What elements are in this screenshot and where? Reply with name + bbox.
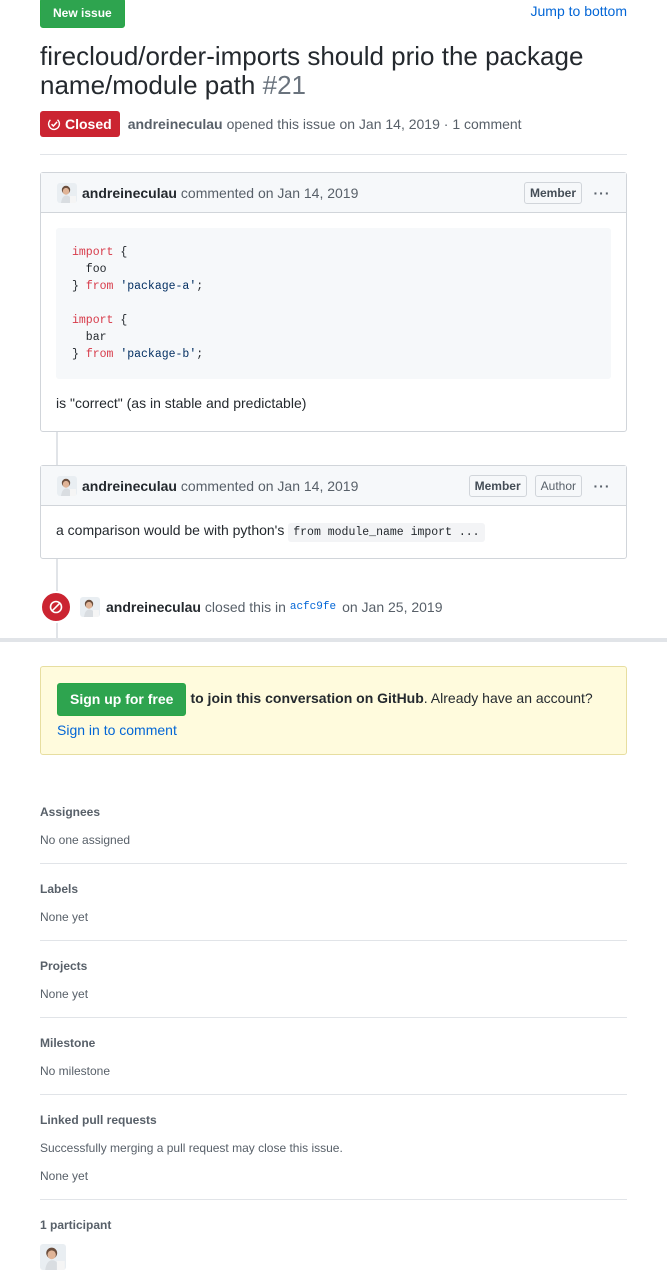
signup-text: . Already have an account? [423, 690, 593, 707]
sidebar-labels: Labels None yet [40, 882, 627, 924]
issue-number: #21 [262, 70, 306, 100]
closed-event-icon [40, 591, 72, 623]
comment-text: a comparison would be with python's [56, 522, 285, 538]
code-token: { [113, 314, 128, 327]
milestone-value: No milestone [40, 1064, 111, 1078]
code-token: 'package-a' [113, 280, 197, 293]
issue-title: firecloud/order-imports should prio the … [40, 42, 627, 100]
issue-author-link[interactable]: andreineculau [128, 116, 223, 132]
comment-timestamp[interactable]: commented on Jan 14, 2019 [181, 478, 358, 494]
timeline-line [56, 432, 58, 466]
linked-prs-value: None yet [40, 1169, 89, 1183]
divider [40, 940, 627, 941]
signup-prompt: Sign up for free to join this conversatio… [40, 666, 627, 755]
comment-1: andreineculau commented on Jan 14, 2019 … [40, 172, 627, 432]
member-label: Member [523, 181, 582, 204]
comment-author-link[interactable]: andreineculau [82, 478, 177, 494]
state-label: Closed [65, 116, 112, 132]
issue-header-actions: New issue Jump to bottom [40, 0, 627, 28]
new-issue-button[interactable]: New issue [40, 0, 125, 28]
more-options-icon[interactable]: ··· [590, 185, 614, 201]
code-token: bar [72, 331, 107, 344]
timeline-end-divider [0, 638, 667, 642]
comment-timestamp[interactable]: commented on Jan 14, 2019 [181, 185, 358, 201]
code-token: 'package-b' [113, 348, 197, 361]
issue-meta: Closed andreineculau opened this issue o… [40, 111, 522, 137]
avatar[interactable] [57, 183, 77, 203]
author-label: Author [534, 474, 582, 497]
sidebar-participants: 1 participant [40, 1218, 627, 1273]
commit-sha-link[interactable]: acfc9fe [290, 601, 336, 613]
projects-heading: Projects [40, 959, 88, 973]
divider [40, 1017, 627, 1018]
comment-text: is "correct" (as in stable and predictab… [56, 395, 307, 411]
labels-heading: Labels [40, 882, 79, 896]
issue-closed-icon [47, 117, 61, 131]
closed-event: andreineculau closed this in acfc9fe on … [40, 591, 627, 623]
avatar[interactable] [57, 476, 77, 496]
milestone-heading: Milestone [40, 1036, 96, 1050]
member-label: Member [468, 474, 527, 497]
comment-author-link[interactable]: andreineculau [82, 185, 177, 201]
comment-2: andreineculau commented on Jan 14, 2019 … [40, 465, 627, 559]
code-token: import [72, 314, 114, 327]
event-author-link[interactable]: andreineculau [106, 599, 201, 615]
more-options-icon[interactable]: ··· [590, 478, 614, 494]
issue-opened-text: opened this issue on Jan 14, 2019 · 1 co… [226, 116, 522, 132]
code-token: } [72, 280, 86, 293]
participant-avatar[interactable] [40, 1244, 66, 1270]
code-token: } [72, 348, 86, 361]
code-block: import { foo } from 'package-a'; import … [56, 228, 611, 379]
sign-up-button[interactable]: Sign up for free [57, 683, 187, 716]
event-text: closed this in [204, 599, 286, 615]
state-badge-closed: Closed [40, 111, 120, 137]
projects-value: None yet [40, 987, 89, 1001]
code-token: { [113, 246, 128, 259]
sidebar-projects: Projects None yet [40, 959, 627, 1001]
issue-title-text: firecloud/order-imports should prio the … [40, 41, 584, 100]
divider [40, 1094, 627, 1095]
inline-code: from module_name import ... [288, 523, 485, 542]
event-date[interactable]: on Jan 25, 2019 [342, 599, 442, 615]
linked-prs-heading: Linked pull requests [40, 1113, 157, 1127]
sign-in-link[interactable]: Sign in to comment [57, 722, 177, 738]
signup-bold-text: to join this conversation on GitHub [190, 690, 424, 707]
avatar[interactable] [80, 597, 100, 617]
code-token: from [85, 280, 114, 293]
divider [40, 863, 627, 864]
comment-header: andreineculau commented on Jan 14, 2019 … [41, 466, 626, 506]
assignees-heading: Assignees [40, 805, 101, 819]
jump-to-bottom-link[interactable]: Jump to bottom [531, 3, 628, 19]
assignees-value: No one assigned [40, 833, 131, 847]
divider [40, 1199, 627, 1200]
participants-heading: 1 participant [40, 1218, 112, 1232]
divider [40, 154, 627, 155]
sidebar-milestone: Milestone No milestone [40, 1036, 627, 1078]
code-token: ; [196, 280, 204, 293]
linked-prs-note: Successfully merging a pull request may … [40, 1141, 343, 1155]
comment-body: import { foo } from 'package-a'; import … [41, 213, 626, 426]
sidebar-assignees: Assignees No one assigned [40, 805, 627, 847]
comment-header: andreineculau commented on Jan 14, 2019 … [41, 173, 626, 213]
labels-value: None yet [40, 910, 89, 924]
code-token: ; [196, 348, 204, 361]
code-token: from [85, 348, 114, 361]
code-token: foo [72, 263, 107, 276]
code-token: import [72, 246, 114, 259]
comment-body: a comparison would be with python's from… [41, 506, 626, 554]
sidebar-linked-prs: Linked pull requests Successfully mergin… [40, 1113, 627, 1183]
